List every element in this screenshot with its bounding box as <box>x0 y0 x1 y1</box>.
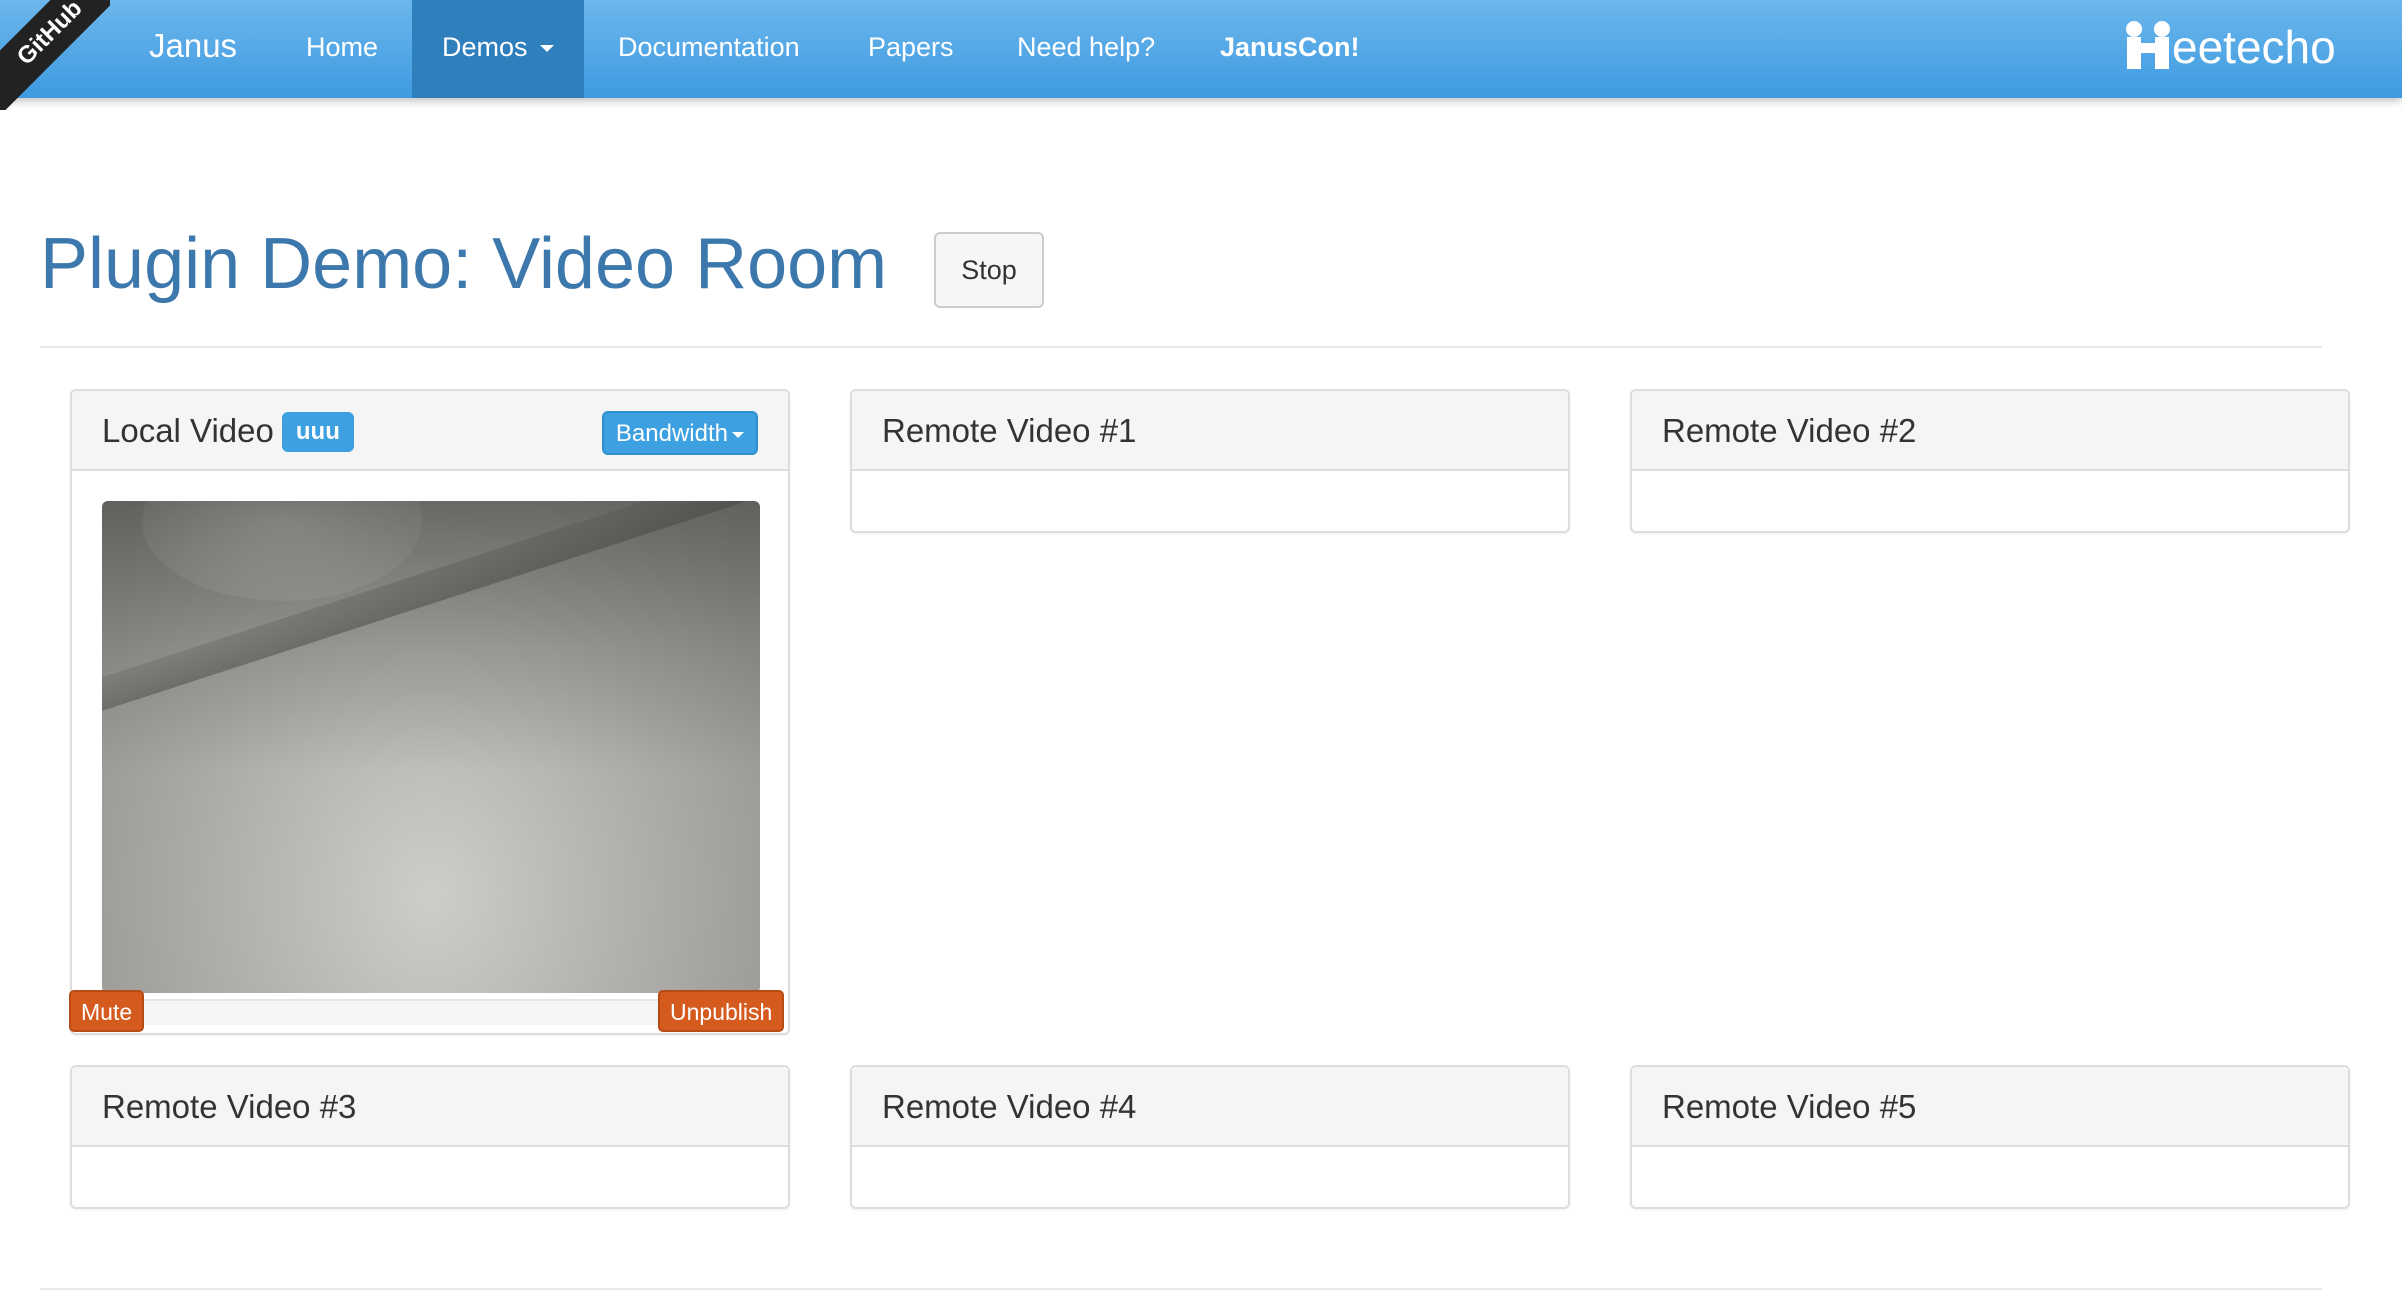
remote-video-heading-4: Remote Video #4 <box>852 1067 1568 1147</box>
bandwidth-dropdown[interactable]: Bandwidth <box>601 411 758 455</box>
github-ribbon-label[interactable]: GitHub <box>0 0 110 110</box>
remote-video-title-2: Remote Video #2 <box>1662 412 1917 449</box>
footer-divider <box>40 1288 2322 1290</box>
header-divider <box>40 346 2322 348</box>
meetecho-logo-mark <box>2126 21 2170 69</box>
remote-video-panel-5: Remote Video #5 <box>1630 1065 2350 1209</box>
remote-video-panel-1: Remote Video #1 <box>850 389 1570 533</box>
mute-button[interactable]: Mute <box>69 990 145 1032</box>
remote-video-heading-2: Remote Video #2 <box>1632 391 2348 471</box>
local-video-heading: Local Video uuu Bandwidth <box>72 391 788 471</box>
nav-januscon[interactable]: JanusCon! <box>1190 0 1390 98</box>
github-ribbon[interactable]: GitHub <box>0 0 110 110</box>
remote-video-title-1: Remote Video #1 <box>882 412 1137 449</box>
nav-home[interactable]: Home <box>276 0 408 98</box>
nav-need-help-label: Need help? <box>1017 32 1156 62</box>
nav-demos-label: Demos <box>442 32 528 62</box>
chevron-down-icon <box>732 431 744 438</box>
brand-link[interactable]: Janus <box>149 24 237 68</box>
meetecho-logo[interactable]: eetecho <box>2126 12 2336 82</box>
remote-video-body-3 <box>72 1147 788 1209</box>
remote-video-title-5: Remote Video #5 <box>1662 1088 1917 1125</box>
top-navbar: GitHub Janus Home Demos Documentation Pa… <box>0 0 2402 110</box>
remote-video-body-2 <box>1632 471 2348 533</box>
remote-video-body-4 <box>852 1147 1568 1209</box>
unpublish-button[interactable]: Unpublish <box>658 990 785 1032</box>
remote-video-heading-1: Remote Video #1 <box>852 391 1568 471</box>
remote-video-title-3: Remote Video #3 <box>102 1088 357 1125</box>
nav-papers-label: Papers <box>868 32 954 62</box>
nav-januscon-label: JanusCon! <box>1220 32 1360 62</box>
nav-documentation[interactable]: Documentation <box>588 0 830 98</box>
local-video-feed <box>102 501 760 993</box>
remote-video-body-1 <box>852 471 1568 533</box>
remote-video-panel-3: Remote Video #3 <box>70 1065 790 1209</box>
remote-video-body-5 <box>1632 1147 2348 1209</box>
meetecho-logo-text: eetecho <box>2172 21 2336 73</box>
nav-demos-dropdown[interactable]: Demos <box>412 0 584 98</box>
local-video-panel: Local Video uuu Bandwidth <box>70 389 790 1035</box>
local-video-title: Local Video <box>102 412 274 449</box>
nav-papers[interactable]: Papers <box>838 0 984 98</box>
nav-need-help[interactable]: Need help? <box>987 0 1185 98</box>
user-badge: uuu <box>281 412 354 452</box>
bitrate-track <box>142 999 722 1025</box>
remote-video-panel-4: Remote Video #4 <box>850 1065 1570 1209</box>
page-title: Plugin Demo: Video Room <box>40 224 888 304</box>
stop-button[interactable]: Stop <box>934 232 1044 308</box>
remote-video-title-4: Remote Video #4 <box>882 1088 1137 1125</box>
bandwidth-label: Bandwidth <box>615 420 728 447</box>
nav-documentation-label: Documentation <box>618 32 800 62</box>
nav-home-label: Home <box>306 32 379 62</box>
chevron-down-icon <box>539 45 554 53</box>
remote-video-heading-5: Remote Video #5 <box>1632 1067 2348 1147</box>
remote-video-heading-3: Remote Video #3 <box>72 1067 788 1147</box>
remote-video-panel-2: Remote Video #2 <box>1630 389 2350 533</box>
